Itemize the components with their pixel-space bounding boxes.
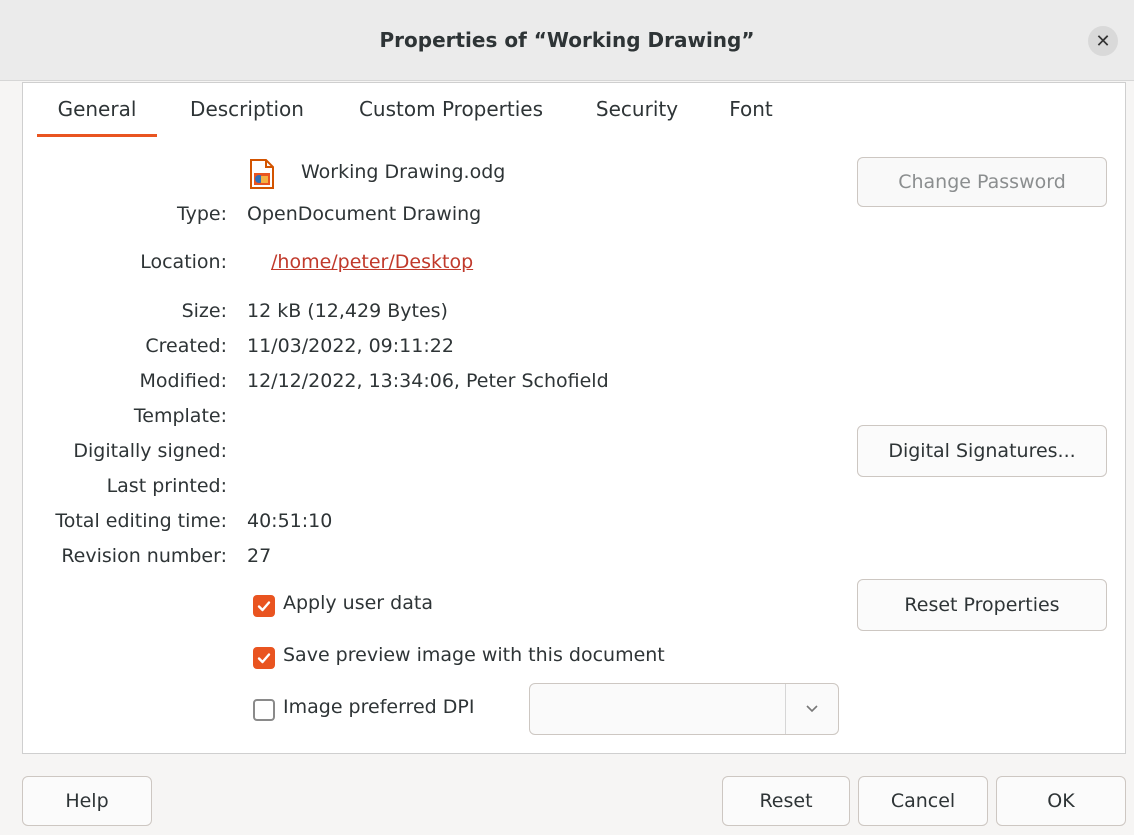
tab-description[interactable]: Description: [183, 83, 311, 135]
save-preview-label: Save preview image with this document: [283, 644, 665, 666]
size-label: Size:: [181, 300, 227, 322]
dpi-combobox[interactable]: [529, 683, 839, 735]
close-button[interactable]: ✕: [1088, 26, 1118, 56]
odg-file-icon: [250, 159, 274, 189]
apply-user-data-label: Apply user data: [283, 592, 433, 614]
template-label: Template:: [133, 405, 227, 427]
revision-number-value: 27: [247, 545, 272, 567]
total-editing-time-value: 40:51:10: [247, 510, 333, 532]
last-printed-label: Last printed:: [106, 475, 227, 497]
location-link[interactable]: /home/peter/Desktop: [271, 251, 473, 273]
check-icon: [257, 601, 271, 612]
digital-signatures-button[interactable]: Digital Signatures...: [857, 425, 1107, 477]
tab-font[interactable]: Font: [723, 83, 779, 135]
digitally-signed-label: Digitally signed:: [73, 440, 227, 462]
tab-custom-properties[interactable]: Custom Properties: [351, 83, 551, 135]
type-label: Type:: [176, 203, 227, 225]
chevron-down-icon: [806, 705, 818, 713]
help-button[interactable]: Help: [22, 776, 152, 826]
tab-panel: General Description Custom Properties Se…: [22, 82, 1126, 754]
dpi-dropdown-button[interactable]: [786, 684, 838, 734]
location-label: Location:: [140, 251, 227, 273]
type-value: OpenDocument Drawing: [247, 203, 482, 225]
tab-general[interactable]: General: [37, 83, 157, 137]
save-preview-checkbox[interactable]: [253, 647, 275, 669]
tab-security[interactable]: Security: [591, 83, 683, 135]
modified-value: 12/12/2022, 13:34:06, Peter Schofield: [247, 370, 609, 392]
close-icon: ✕: [1095, 30, 1111, 52]
title-bar: Properties of “Working Drawing” ✕: [0, 0, 1134, 81]
check-icon: [257, 653, 271, 664]
change-password-button[interactable]: Change Password: [857, 157, 1107, 207]
file-name: Working Drawing.odg: [301, 161, 506, 183]
reset-properties-button[interactable]: Reset Properties: [857, 579, 1107, 631]
ok-button[interactable]: OK: [996, 776, 1126, 826]
modified-label: Modified:: [139, 370, 227, 392]
total-editing-time-label: Total editing time:: [55, 510, 227, 532]
revision-number-label: Revision number:: [61, 545, 227, 567]
created-value: 11/03/2022, 09:11:22: [247, 335, 454, 357]
size-value: 12 kB (12,429 Bytes): [247, 300, 448, 322]
tab-bar: General Description Custom Properties Se…: [23, 83, 1125, 139]
created-label: Created:: [145, 335, 227, 357]
reset-button[interactable]: Reset: [722, 776, 850, 826]
image-dpi-label: Image preferred DPI: [283, 696, 475, 718]
dialog-title: Properties of “Working Drawing”: [379, 28, 755, 52]
properties-dialog: Properties of “Working Drawing” ✕ Genera…: [0, 0, 1134, 835]
apply-user-data-checkbox[interactable]: [253, 595, 275, 617]
cancel-button[interactable]: Cancel: [858, 776, 988, 826]
image-dpi-checkbox[interactable]: [253, 699, 275, 721]
